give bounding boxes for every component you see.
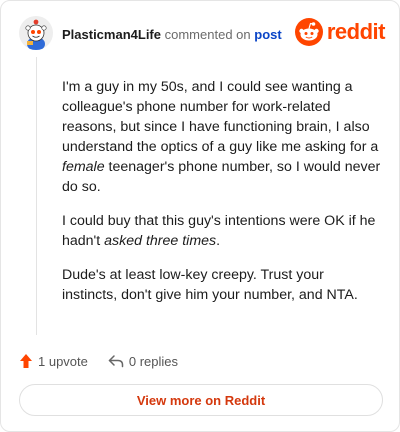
comment-text: . <box>216 233 221 249</box>
replies-button[interactable]: 0 replies <box>108 354 178 369</box>
user-avatar[interactable] <box>19 16 53 50</box>
upvote-count: 1 upvote <box>38 353 88 369</box>
comment-text: Dude's at least low-key creepy. Trust yo… <box>62 267 358 303</box>
reddit-wordmark: reddit <box>326 19 386 44</box>
comment-text: teenager's phone number, so I would neve… <box>62 159 381 195</box>
comment-paragraph: I could buy that this guy's intentions w… <box>62 211 382 251</box>
commented-on-text: commented on <box>164 27 251 42</box>
reply-arrow-icon <box>108 355 124 368</box>
author-line: Plasticman4Life commented on post <box>62 27 282 42</box>
upvote-arrow-icon <box>20 354 32 368</box>
thread-line <box>36 57 37 335</box>
view-more-button[interactable]: View more on Reddit <box>19 384 383 416</box>
comment-paragraph: I'm a guy in my 50s, and I could see wan… <box>62 77 382 197</box>
comment-text: I'm a guy in my 50s, and I could see wan… <box>62 79 379 155</box>
reddit-snoo-icon <box>294 18 323 46</box>
upvote-button[interactable]: 1 upvote <box>19 353 88 369</box>
reddit-brand[interactable]: reddit <box>294 17 386 47</box>
comment-paragraph: Dude's at least low-key creepy. Trust yo… <box>62 265 382 305</box>
comment-embed-card: Plasticman4Life commented on post reddit… <box>0 0 400 432</box>
snoo-avatar-icon <box>19 16 53 50</box>
author-name[interactable]: Plasticman4Life <box>62 27 161 42</box>
comment-header: Plasticman4Life commented on post reddit <box>19 15 386 55</box>
comment-actions: 1 upvote 0 replies <box>19 351 198 371</box>
replies-count: 0 replies <box>128 353 179 369</box>
comment-emphasis: asked three times <box>104 233 217 249</box>
comment-emphasis: female <box>62 159 105 175</box>
post-link[interactable]: post <box>254 27 281 42</box>
comment-body: I'm a guy in my 50s, and I could see wan… <box>62 77 382 319</box>
